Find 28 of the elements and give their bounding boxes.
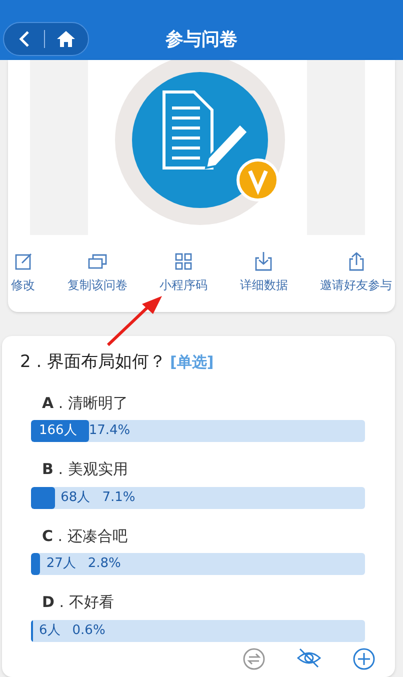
option-label: A . 清晰明了 xyxy=(41,392,129,414)
add-icon[interactable] xyxy=(352,647,376,671)
edit-icon xyxy=(12,251,34,272)
hidden-eye-icon[interactable] xyxy=(296,647,322,669)
vote-percent: 17.4% xyxy=(88,422,130,440)
action-button[interactable]: 复制该问卷 xyxy=(66,251,128,294)
swap-icon[interactable] xyxy=(242,647,266,671)
qr-code-icon xyxy=(173,251,194,272)
action-button[interactable]: 邀请好友参与 xyxy=(319,251,393,294)
action-button[interactable]: 修改 xyxy=(10,251,36,294)
back-icon xyxy=(18,30,30,48)
option-label: C . 还凑合吧 xyxy=(41,526,128,546)
vote-count: 6人 xyxy=(39,622,60,640)
vote-count: 68人 xyxy=(60,488,90,506)
vote-count: 166人 xyxy=(39,422,77,440)
download-icon xyxy=(253,251,274,272)
vote-percent: 2.8% xyxy=(88,555,121,573)
question-text: 2 . 界面布局如何？ xyxy=(20,351,166,374)
action-button[interactable]: 小程序码 xyxy=(158,251,208,294)
option-label: B . 美观实用 xyxy=(41,459,129,480)
vote-count: 27人 xyxy=(46,555,76,573)
option-label: D . 不好看 xyxy=(41,592,115,613)
question-type-tag: [单选] xyxy=(170,351,214,374)
page-title: 参与问卷 xyxy=(166,28,238,52)
action-button[interactable]: 详细数据 xyxy=(238,251,289,294)
vote-percent: 7.1% xyxy=(102,488,136,506)
home-icon xyxy=(56,30,76,48)
vote-percent: 0.6% xyxy=(72,622,106,640)
